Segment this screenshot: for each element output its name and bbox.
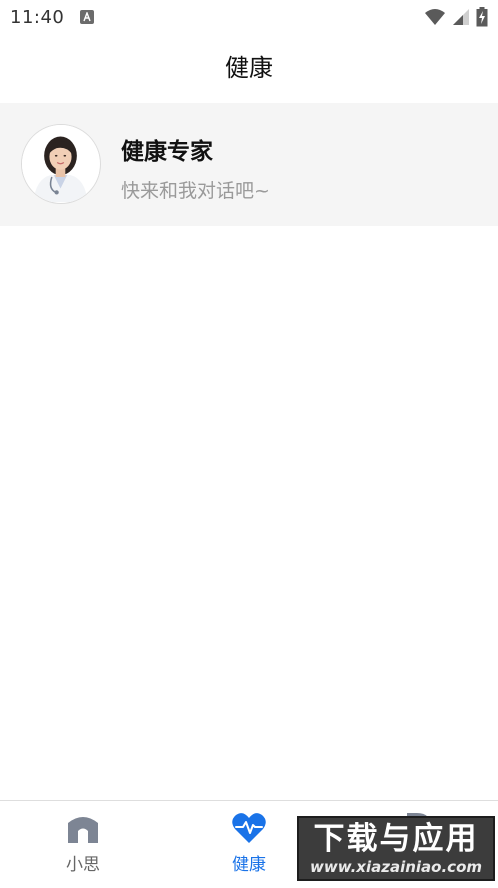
home-icon [68,817,98,843]
watermark-title: 下载与应用 [313,821,479,857]
chat-item-name: 健康专家 [121,139,213,165]
heart-pulse-icon [232,813,266,843]
page-title: 健康 [225,54,273,82]
doctor-avatar [21,124,101,204]
status-time: 11:40 [10,6,65,28]
watermark-url: www.xiazainiao.com [309,858,483,876]
signal-icon [453,9,469,25]
tab-health[interactable]: 健康 [189,801,309,888]
tab-health-label: 健康 [232,855,266,875]
tab-home[interactable]: 小思 [23,801,143,888]
a-letter-icon [80,10,95,24]
battery-charging-icon [476,7,488,27]
chat-item-preview: 快来和我对话吧~ [121,180,270,202]
watermark-logo: 下载与应用 www.xiazainiao.com [297,816,495,881]
tab-home-label: 小思 [66,855,100,875]
chat-item-health-expert[interactable]: 健康专家 快来和我对话吧~ [0,103,498,226]
status-bar: 11:40 [0,0,498,34]
wifi-icon [425,9,445,25]
status-right [424,7,488,27]
status-left: 11:40 [10,6,95,28]
